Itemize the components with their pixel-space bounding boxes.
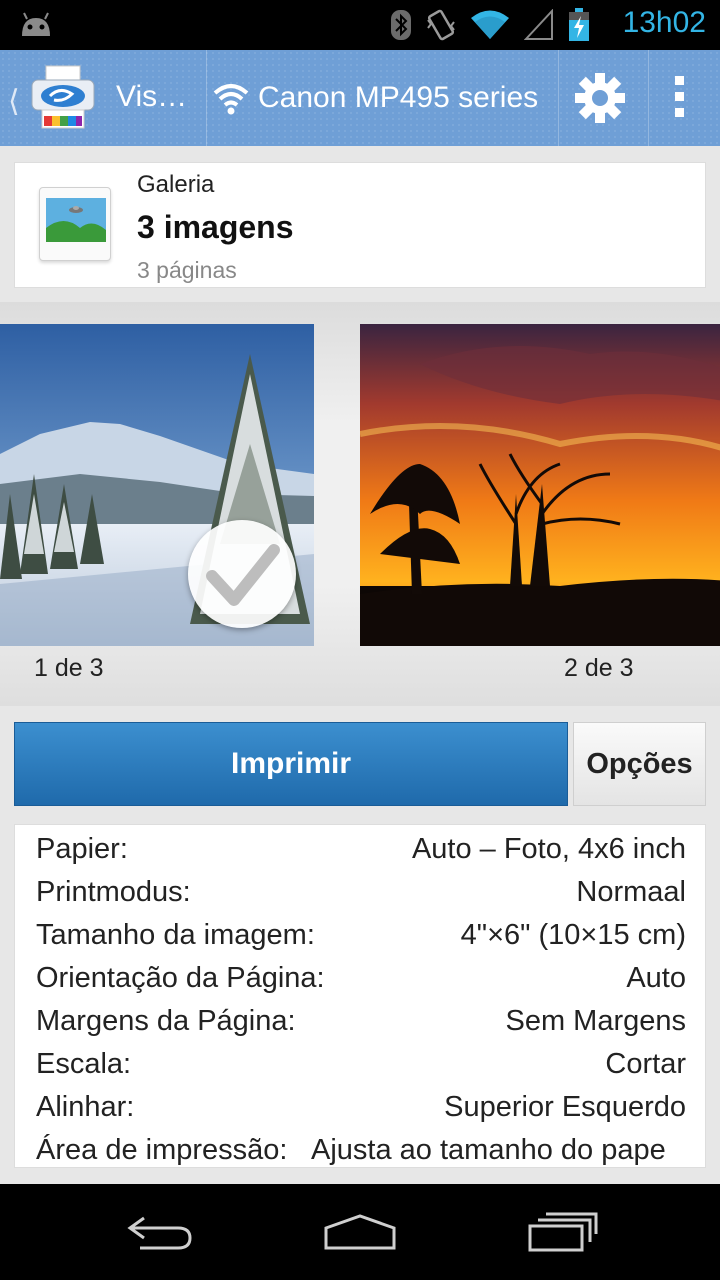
back-icon[interactable]	[120, 1208, 200, 1256]
thumbnail-label: 1 de 3	[34, 654, 104, 682]
setting-label: Escala:	[36, 1048, 132, 1080]
android-icon	[22, 12, 50, 36]
print-button[interactable]: Imprimir	[14, 722, 568, 806]
battery-charging-icon	[569, 8, 589, 41]
setting-label: Margens da Página:	[36, 1005, 296, 1037]
setting-value: Auto – Foto, 4x6 inch	[411, 833, 686, 865]
navigation-bar	[0, 1184, 720, 1280]
home-icon[interactable]	[320, 1208, 400, 1256]
source-card[interactable]: Galeria 3 imagens 3 páginas	[14, 162, 706, 288]
thumbnail-label: 2 de 3	[564, 654, 634, 682]
setting-value: Cortar	[605, 1048, 686, 1080]
setting-row-align[interactable]: Alinhar: Superior Esquerdo	[15, 1085, 705, 1128]
divider	[648, 50, 649, 146]
options-button[interactable]: Opções	[573, 722, 706, 806]
printer-name: Canon MP495 series	[258, 81, 539, 114]
wifi-icon	[471, 10, 509, 39]
setting-row-print-mode[interactable]: Printmodus: Normaal	[15, 870, 705, 913]
app-title[interactable]: Vis…	[116, 80, 187, 114]
print-settings-list[interactable]: Papier: Auto – Foto, 4x6 inch Printmodus…	[14, 824, 706, 1168]
divider	[558, 50, 559, 146]
setting-label: Tamanho da imagem:	[36, 919, 315, 951]
recent-apps-icon[interactable]	[522, 1208, 602, 1256]
status-bar: 13h02	[0, 0, 720, 50]
setting-value: Normaal	[576, 876, 686, 908]
gear-icon[interactable]	[574, 72, 626, 124]
setting-label: Alinhar:	[36, 1091, 135, 1123]
image-count: 3 imagens	[137, 209, 294, 245]
page-count: 3 páginas	[137, 257, 237, 283]
printer-selector[interactable]: Canon MP495 series	[208, 50, 558, 146]
divider	[206, 50, 207, 146]
setting-row-margins[interactable]: Margens da Página: Sem Margens	[15, 999, 705, 1042]
bluetooth-icon	[391, 10, 411, 40]
setting-label: Orientação da Página:	[36, 962, 325, 994]
setting-label: Área de impressão:	[36, 1134, 288, 1166]
printer-logo-icon[interactable]	[28, 64, 98, 132]
setting-value: Superior Esquerdo	[444, 1091, 686, 1123]
selected-check-icon[interactable]	[188, 520, 296, 628]
thumbnail-strip[interactable]: 1 de 3 2 de 3	[0, 302, 720, 706]
action-bar: ⟨ Vis… Canon MP495 series	[0, 50, 720, 146]
setting-label: Printmodus:	[36, 876, 191, 908]
up-caret-icon[interactable]: ⟨	[8, 84, 20, 119]
setting-row-scale[interactable]: Escala: Cortar	[15, 1042, 705, 1085]
wifi-icon	[213, 84, 249, 115]
setting-value: Ajusta ao tamanho do pape	[311, 1134, 666, 1166]
clock: 13h02	[622, 6, 706, 39]
setting-label: Papier:	[36, 833, 128, 865]
gallery-icon	[39, 187, 111, 261]
vibrate-icon	[427, 9, 455, 41]
signal-icon	[524, 9, 553, 40]
thumbnail-sunset[interactable]	[360, 324, 720, 646]
setting-row-orientation[interactable]: Orientação da Página: Auto	[15, 956, 705, 999]
thumbnail-snow-mountain[interactable]	[0, 324, 314, 646]
setting-value: 4"×6" (10×15 cm)	[460, 919, 686, 951]
setting-value: Auto	[626, 962, 686, 994]
setting-row-image-size[interactable]: Tamanho da imagem: 4"×6" (10×15 cm)	[15, 913, 705, 956]
setting-value: Sem Margens	[505, 1005, 686, 1037]
overflow-menu-icon[interactable]	[672, 76, 686, 120]
source-name: Galeria	[137, 171, 215, 198]
setting-row-print-area[interactable]: Área de impressão: Ajusta ao tamanho do …	[15, 1128, 705, 1167]
setting-row-paper[interactable]: Papier: Auto – Foto, 4x6 inch	[15, 827, 705, 870]
